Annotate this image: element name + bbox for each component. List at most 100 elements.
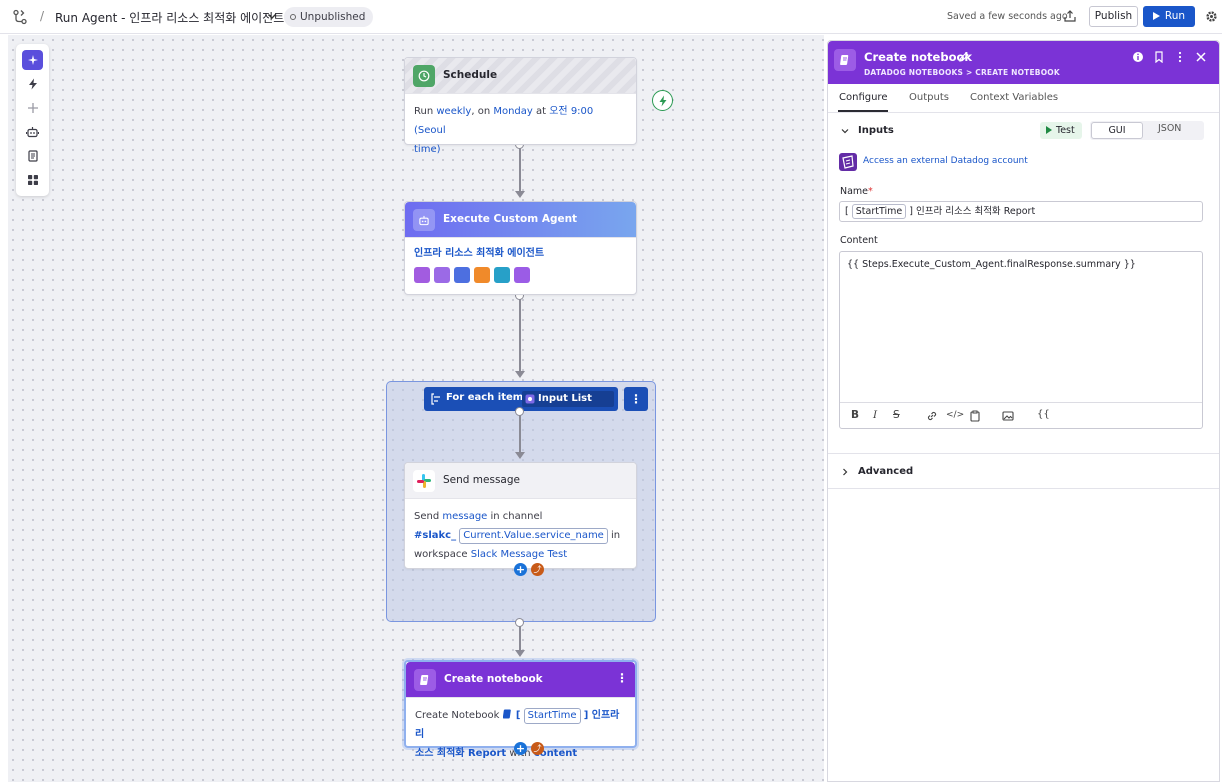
agent-name: 인프라 리소스 최적화 에이전트	[414, 248, 545, 259]
starttime-pill: StartTime	[523, 708, 581, 724]
code-button[interactable]: </>	[946, 410, 964, 420]
name-bracket: [	[845, 206, 849, 217]
panel-breadcrumb[interactable]: DATADOG NOTEBOOKS > CREATE NOTEBOOK	[864, 68, 1060, 77]
name-text: ] 인프라 리소스 최적화 Report	[909, 206, 1036, 217]
close-icon[interactable]	[1195, 51, 1207, 63]
text: Send	[414, 511, 443, 522]
image-icon[interactable]	[1002, 410, 1014, 422]
name-input[interactable]: [ StartTime ] 인프라 리소스 최적화 Report	[839, 201, 1203, 222]
gui-toggle[interactable]: GUI	[1091, 122, 1143, 139]
loop-port[interactable]	[515, 407, 524, 416]
custom-agent-title: Execute Custom Agent	[443, 213, 578, 225]
document-icon	[27, 150, 38, 162]
run-button[interactable]: Run	[1143, 6, 1195, 27]
integration-icon	[514, 267, 530, 283]
tab-outputs[interactable]: Outputs	[909, 92, 949, 103]
schedule-node-header: Schedule	[405, 58, 636, 94]
custom-agent-node[interactable]: Execute Custom Agent 인프라 리소스 최적화 에이전트	[404, 201, 637, 295]
channel-variable-pill: Current.Value.service_name	[459, 528, 608, 544]
text: Run	[414, 106, 437, 117]
json-toggle[interactable]: JSON	[1158, 123, 1181, 134]
italic-button[interactable]: I	[873, 409, 877, 421]
add-step-plus-icon[interactable]: +	[514, 742, 527, 755]
channel-prefix: #slakc_	[414, 530, 457, 541]
ai-assist-button[interactable]	[22, 50, 43, 70]
add-trigger-button[interactable]	[22, 74, 43, 94]
frequency-value: weekly	[436, 106, 472, 117]
tab-context-variables[interactable]: Context Variables	[970, 92, 1058, 103]
add-step-plus-icon[interactable]: +	[514, 563, 527, 576]
external-account-text: Access an external Datadog account	[863, 156, 1028, 166]
gear-icon[interactable]	[1205, 10, 1218, 23]
bookmark-icon[interactable]	[1153, 51, 1165, 63]
connector-arrow	[515, 650, 525, 657]
time-zone-value: time)	[414, 144, 441, 155]
branch-icon[interactable]: ⤴	[531, 563, 544, 576]
run-label: Run	[1164, 10, 1186, 22]
connector-arrow	[515, 191, 525, 198]
create-notebook-node[interactable]: Create notebook ⋮ Create Notebook [ Star…	[404, 660, 637, 759]
notes-button[interactable]	[22, 146, 43, 166]
output-port[interactable]	[515, 618, 524, 627]
add-step-button[interactable]	[22, 98, 43, 118]
inputs-label: Inputs	[858, 125, 894, 136]
publish-button[interactable]: Publish	[1089, 6, 1138, 27]
custom-agent-body: 인프라 리소스 최적화 에이전트	[405, 238, 636, 291]
tab-configure[interactable]: Configure	[839, 92, 887, 103]
link-icon[interactable]	[926, 410, 938, 422]
agent-button[interactable]	[22, 122, 43, 142]
canvas-toolbar	[16, 44, 49, 196]
info-icon[interactable]	[1132, 51, 1144, 63]
robot-icon	[413, 209, 435, 231]
panel-title: Create notebook	[864, 50, 973, 64]
clipboard-icon[interactable]	[969, 410, 981, 422]
step-config-panel: Create notebook DATADOG NOTEBOOKS > CREA…	[827, 40, 1220, 782]
schedule-node[interactable]: Schedule Run weekly, on Monday at 오전 9:0…	[404, 57, 637, 155]
notebook-icon	[834, 49, 856, 71]
play-icon	[1152, 12, 1160, 20]
clock-icon	[413, 65, 435, 87]
share-icon[interactable]	[1063, 9, 1077, 23]
loop-more-button[interactable]: ⋮	[624, 387, 648, 411]
send-message-node[interactable]: Send message Send message in channel #sl…	[404, 462, 637, 569]
datadog-icon	[839, 153, 857, 171]
chevron-down-icon	[841, 129, 849, 134]
test-button[interactable]: Test	[1040, 122, 1082, 139]
notebook-small-icon	[502, 709, 511, 719]
status-label: Unpublished	[300, 11, 366, 23]
workflow-title[interactable]: Run Agent - 인프라 리소스 최적화 에이전트	[55, 9, 284, 26]
panel-tabs: Configure Outputs Context Variables	[828, 84, 1219, 113]
blueprints-button[interactable]	[22, 170, 43, 190]
connector-arrow	[515, 452, 525, 459]
template-variable-button[interactable]: {{	[1037, 409, 1050, 420]
create-notebook-description: Create Notebook [ StartTime ] 인프라 리 소스 최…	[406, 698, 635, 771]
create-notebook-title: Create notebook	[444, 673, 543, 685]
pencil-icon[interactable]	[958, 51, 970, 63]
integration-icons	[414, 267, 627, 283]
branch-icon[interactable]: ⤴	[531, 742, 544, 755]
view-mode-toggle: GUI JSON	[1090, 121, 1204, 140]
connector-arrow	[515, 371, 525, 378]
variable-icon	[525, 394, 535, 404]
schedule-title: Schedule	[443, 69, 498, 81]
node-more-icon[interactable]: ⋮	[616, 671, 628, 685]
top-bar: / Run Agent - 인프라 리소스 최적화 에이전트 Unpublish…	[0, 0, 1222, 34]
save-status: Saved a few seconds ago	[947, 11, 1068, 22]
connector-line	[519, 415, 521, 452]
text: in channel	[487, 511, 543, 522]
integration-icon	[414, 267, 430, 283]
workflow-icon[interactable]	[12, 9, 28, 25]
content-editor[interactable]: {{ Steps.Execute_Custom_Agent.finalRespo…	[839, 251, 1203, 429]
bold-button[interactable]: B	[851, 409, 859, 421]
advanced-label: Advanced	[858, 466, 914, 477]
chevron-down-icon[interactable]	[266, 10, 278, 22]
advanced-section-header[interactable]: Advanced	[828, 453, 1219, 489]
more-vertical-icon[interactable]	[1174, 51, 1186, 63]
schedule-description: Run weekly, on Monday at 오전 9:00 (Seoul t…	[405, 94, 636, 167]
strikethrough-button[interactable]: S	[893, 409, 900, 421]
trigger-status-badge[interactable]	[652, 90, 673, 111]
name-field-label: Name*	[840, 186, 873, 197]
starttime-variable-pill[interactable]: StartTime	[851, 204, 907, 219]
input-list-pill[interactable]: Input List	[522, 391, 614, 407]
status-dot-icon	[290, 14, 296, 20]
